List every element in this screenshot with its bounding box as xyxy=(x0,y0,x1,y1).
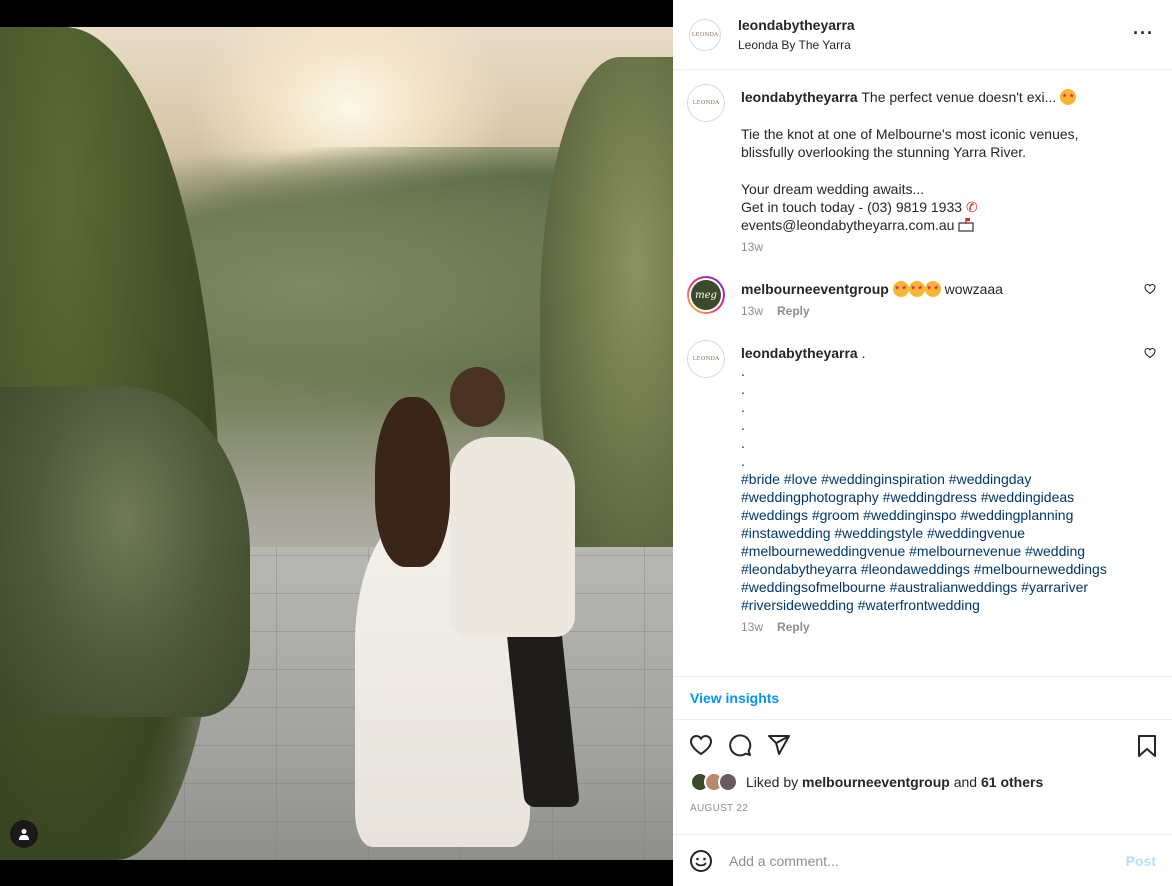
view-insights-link[interactable]: View insights xyxy=(690,690,779,706)
comment-timestamp[interactable]: 13w xyxy=(741,620,763,634)
author-username[interactable]: leondabytheyarra xyxy=(738,17,855,33)
user-tag-icon[interactable] xyxy=(10,820,38,848)
comment-body: melbourneeventgroup wowzaaa 13w Reply xyxy=(741,276,1156,318)
star-struck-emoji-icon xyxy=(908,281,925,297)
liker-avatars[interactable] xyxy=(690,772,738,792)
comment-text: . xyxy=(861,345,866,361)
caption-meta: 13w xyxy=(741,240,1132,254)
comment-icon xyxy=(729,734,752,757)
star-struck-emoji-icon xyxy=(892,281,909,297)
author-avatar-logo: LEONDA xyxy=(691,31,719,38)
likes-summary: Liked by melbourneeventgroup and 61 othe… xyxy=(673,770,1172,794)
comment-dots: . . . . . . xyxy=(741,362,1132,470)
caption-timestamp[interactable]: 13w xyxy=(741,240,763,254)
likes-prefix: Liked by xyxy=(746,774,799,790)
caption-lead-line: leondabytheyarra The perfect venue doesn… xyxy=(741,88,1132,106)
reply-button[interactable]: Reply xyxy=(777,304,810,318)
comment-timestamp[interactable]: 13w xyxy=(741,304,763,318)
insights-bar: View insights xyxy=(673,676,1172,720)
comment-avatar-logo: LEONDA xyxy=(692,356,720,362)
comment-item: LEONDA leondabytheyarra . . . . . . . #b… xyxy=(687,340,1156,634)
caption-line-1: Your dream wedding awaits... xyxy=(741,181,925,197)
post-sidebar: LEONDA leondabytheyarra Leonda By The Ya… xyxy=(673,0,1172,886)
photo-couple xyxy=(330,357,620,857)
star-struck-emoji-icon xyxy=(1060,89,1077,105)
emoji-icon xyxy=(690,849,712,872)
caption-line-2: Get in touch today - (03) 9819 1933 ✆ xyxy=(741,198,1132,216)
post-comment-button[interactable]: Post xyxy=(1126,853,1156,869)
action-bar xyxy=(673,720,1172,770)
comment-line: leondabytheyarra . xyxy=(741,344,1132,362)
hashtags[interactable]: #bride #love #weddinginspiration #weddin… xyxy=(741,470,1132,614)
caption-line-3: events@leondabytheyarra.com.au xyxy=(741,216,1132,234)
post-photo[interactable] xyxy=(0,27,673,860)
post-location[interactable]: Leonda By The Yarra xyxy=(738,38,855,52)
author-info: leondabytheyarra Leonda By The Yarra xyxy=(738,17,855,52)
caption-lead: The perfect venue doesn't exi... xyxy=(861,89,1057,105)
caption-avatar-logo: LEONDA xyxy=(692,100,720,106)
more-horizontal-icon: ··· xyxy=(1133,23,1154,43)
liker-avatar xyxy=(718,772,738,792)
caption-body: leondabytheyarra The perfect venue doesn… xyxy=(741,84,1156,254)
likes-others[interactable]: 61 others xyxy=(981,774,1043,790)
comment-button[interactable] xyxy=(728,733,752,757)
telephone-icon: ✆ xyxy=(965,199,978,215)
more-options-button[interactable]: ··· xyxy=(1133,24,1154,42)
comment-text: wowzaaa xyxy=(944,281,1003,297)
comment-username[interactable]: leondabytheyarra xyxy=(741,345,858,361)
comment-input[interactable] xyxy=(729,852,1126,869)
dot-line: . xyxy=(741,363,745,379)
post-date[interactable]: AUGUST 22 xyxy=(673,803,1172,814)
comment-item: meg melbourneeventgroup wowzaaa 13w Repl… xyxy=(687,276,1156,318)
comment-line: melbourneeventgroup wowzaaa xyxy=(741,280,1132,298)
star-struck-emoji-icon xyxy=(924,281,941,297)
dot-line: . xyxy=(741,453,745,469)
comment-avatar-text: meg xyxy=(691,280,721,310)
likes-joiner: and xyxy=(953,774,978,790)
photo-suit xyxy=(450,437,575,637)
comment-like-button[interactable] xyxy=(1144,346,1156,362)
caption-username[interactable]: leondabytheyarra xyxy=(741,89,858,105)
caption-phone-text: Get in touch today - (03) 9819 1933 xyxy=(741,199,963,215)
comments-list[interactable]: LEONDA leondabytheyarra The perfect venu… xyxy=(673,70,1172,676)
like-button[interactable] xyxy=(689,733,713,757)
post-header: LEONDA leondabytheyarra Leonda By The Ya… xyxy=(673,0,1172,70)
photo-hair xyxy=(375,397,450,567)
caption-avatar[interactable]: LEONDA xyxy=(687,84,725,122)
photo-hedge xyxy=(0,387,250,717)
heart-icon xyxy=(1144,283,1156,295)
comment-avatar-ring: meg xyxy=(689,278,723,312)
comment-username[interactable]: melbourneeventgroup xyxy=(741,281,889,297)
caption: LEONDA leondabytheyarra The perfect venu… xyxy=(687,84,1156,254)
likes-user[interactable]: melbourneeventgroup xyxy=(802,774,950,790)
caption-email-text: events@leondabytheyarra.com.au xyxy=(741,217,955,233)
save-button[interactable] xyxy=(1136,734,1158,761)
caption-paragraph: Tie the knot at one of Melbourne's most … xyxy=(741,126,1079,160)
post-media xyxy=(0,0,673,886)
heart-icon xyxy=(1144,347,1156,359)
dot-line: . xyxy=(741,417,745,433)
dot-line: . xyxy=(741,399,745,415)
comment-avatar[interactable]: meg xyxy=(687,276,725,314)
dot-line: . xyxy=(741,435,745,451)
comment-avatar[interactable]: LEONDA xyxy=(687,340,725,378)
emoji-button[interactable] xyxy=(689,849,713,873)
reply-button[interactable]: Reply xyxy=(777,620,810,634)
share-icon xyxy=(768,735,790,755)
add-comment-bar: Post xyxy=(673,834,1172,886)
bookmark-icon xyxy=(1138,735,1156,757)
comment-meta: 13w Reply xyxy=(741,620,1132,634)
share-button[interactable] xyxy=(767,733,791,757)
comment-body: leondabytheyarra . . . . . . . #bride #l… xyxy=(741,340,1156,634)
heart-icon xyxy=(689,734,713,756)
mailbox-icon xyxy=(958,217,974,233)
dot-line: . xyxy=(741,381,745,397)
comment-meta: 13w Reply xyxy=(741,304,1132,318)
author-avatar[interactable]: LEONDA xyxy=(689,18,721,51)
comment-like-button[interactable] xyxy=(1144,282,1156,298)
photo-head xyxy=(450,367,505,427)
